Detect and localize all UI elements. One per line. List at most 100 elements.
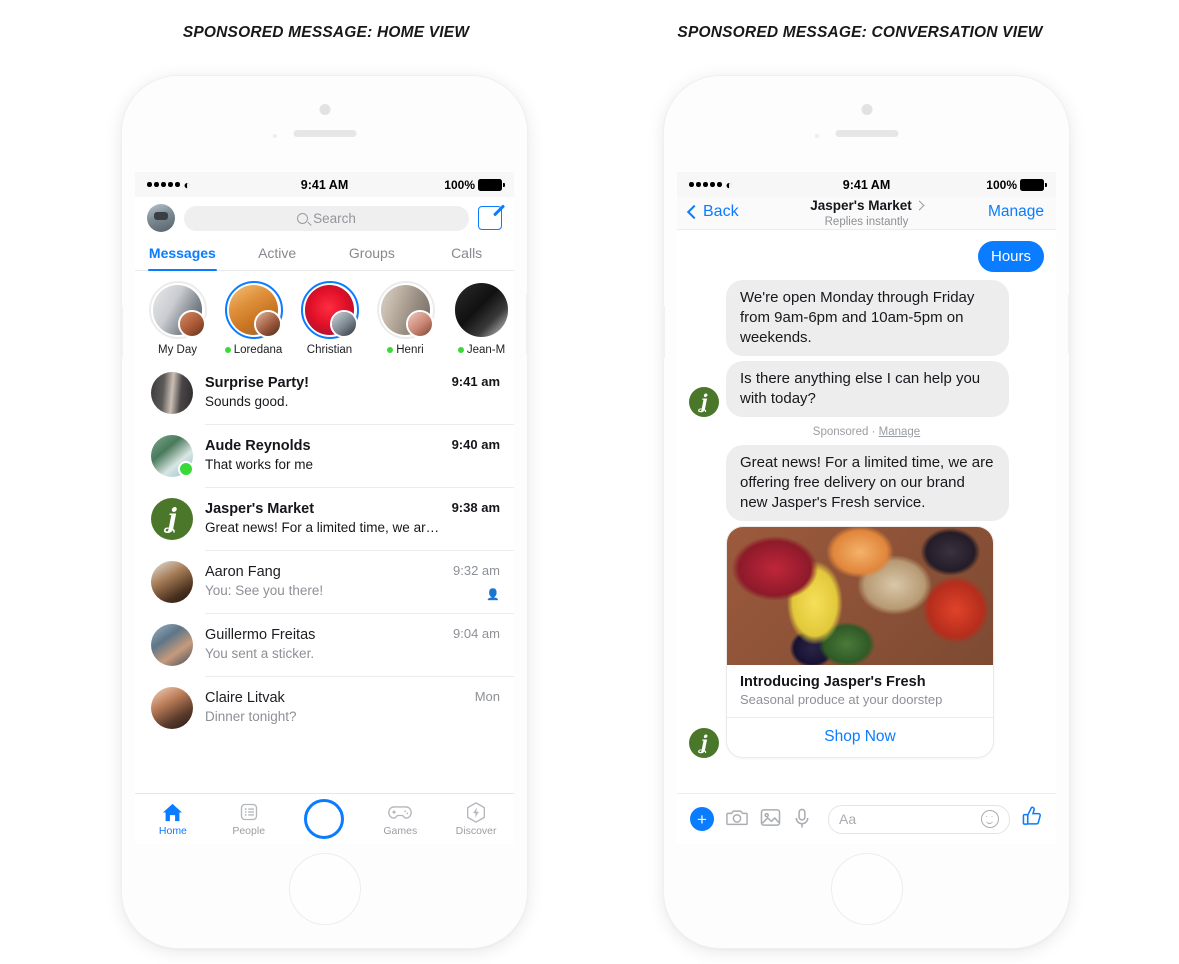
message-composer: + Aa: [677, 793, 1056, 844]
sponsored-manage-link[interactable]: Manage: [879, 426, 921, 438]
conversation-time: 9:41 am: [451, 374, 500, 389]
home-button[interactable]: [288, 853, 361, 925]
manage-button[interactable]: Manage: [988, 203, 1044, 221]
avatar: [151, 372, 193, 414]
story-item[interactable]: Jean-M: [450, 281, 513, 356]
avatar: [151, 687, 193, 729]
compose-icon[interactable]: [478, 206, 502, 230]
list-item[interactable]: Guillermo Freitas You sent a sticker. 9:…: [135, 614, 514, 676]
conversation-name: Aude Reynolds: [205, 437, 311, 454]
sponsored-card[interactable]: Introducing Jasper's Fresh Seasonal prod…: [726, 525, 994, 758]
message-thread[interactable]: Hours We're open Monday through Friday f…: [677, 197, 1056, 794]
story-label: Jean-M: [450, 344, 513, 356]
list-item[interactable]: Claire Litvak Dinner tonight? Mon: [135, 677, 514, 739]
chevron-left-icon: [686, 204, 702, 220]
add-attachment-button[interactable]: +: [690, 807, 714, 831]
search-input[interactable]: Search: [184, 205, 469, 231]
tabbar-label: Discover: [455, 825, 497, 837]
story-item[interactable]: Loredana: [222, 281, 285, 356]
back-label: Back: [703, 203, 739, 220]
tab-active[interactable]: Active: [230, 238, 325, 270]
conversation-time: 9:32 am: [453, 563, 500, 578]
list-item[interactable]: Aaron Fang You: See you there! 9:32 am 👤: [135, 551, 514, 613]
conversation-name: Jasper's Market: [205, 500, 315, 517]
shop-now-button[interactable]: Shop Now: [727, 716, 993, 757]
conversation-title-row: Jasper's Market: [810, 198, 925, 213]
story-label: My Day: [146, 344, 209, 356]
phone-mockup-home: ◐ 9:41 AM 100% Search Messages Active Gr…: [120, 76, 529, 948]
conversation-snippet: Sounds good.: [205, 394, 289, 410]
story-thumbnail: [454, 283, 509, 337]
story-mini-avatar: [329, 310, 358, 338]
tab-messages[interactable]: Messages: [135, 238, 230, 271]
stories-row[interactable]: My Day Loredana Christian Henri Jean-M: [135, 271, 514, 362]
story-name: Christian: [306, 344, 353, 356]
home-button[interactable]: [830, 853, 903, 925]
card-subtitle: Seasonal produce at your doorstep: [740, 691, 943, 707]
story-label: Christian: [298, 344, 361, 356]
tabbar-item-home[interactable]: Home: [135, 801, 211, 837]
sponsored-text: Sponsored ·: [812, 425, 879, 438]
tabbar-item-games[interactable]: Games: [362, 801, 438, 837]
story-item[interactable]: Christian: [298, 281, 361, 356]
story-item[interactable]: Henri: [374, 281, 437, 356]
tabbar-label: Games: [383, 825, 418, 837]
gamepad-icon: [362, 801, 438, 823]
earpiece-speaker: [835, 130, 898, 137]
avatar: ʝ: [151, 498, 193, 540]
list-item[interactable]: Surprise Party! Sounds good. 9:41 am: [135, 362, 514, 424]
camera-icon[interactable]: [726, 808, 748, 830]
online-dot-icon: [457, 347, 464, 353]
back-button[interactable]: Back: [686, 203, 739, 221]
message-input-placeholder: Aa: [839, 811, 857, 827]
tabbar-label: Home: [158, 825, 187, 837]
card-text-block: Introducing Jasper's Fresh Seasonal prod…: [727, 665, 993, 717]
list-item[interactable]: Aude Reynolds That works for me 9:40 am: [135, 425, 514, 487]
microphone-icon[interactable]: [794, 808, 816, 830]
tab-calls[interactable]: Calls: [419, 238, 514, 270]
online-dot-icon: [178, 461, 194, 477]
conversation-snippet: Dinner tonight?: [205, 709, 297, 725]
chevron-right-icon: [914, 200, 925, 210]
phone-mockup-conversation: ◐ 9:41 AM 100% Hours We're open Monday t…: [662, 76, 1071, 948]
avatar-spacer: [689, 491, 719, 521]
avatar-spacer: [689, 326, 719, 356]
people-list-icon: [211, 801, 287, 823]
thumbs-up-icon[interactable]: [1022, 806, 1043, 833]
story-mini-avatar: [405, 310, 434, 338]
story-mini-avatar: [177, 310, 206, 338]
tabbar-item-camera[interactable]: [287, 799, 363, 839]
tabbar-item-people[interactable]: People: [211, 801, 287, 837]
caption-home-view: SPONSORED MESSAGE: HOME VIEW: [182, 24, 470, 41]
online-dot-icon: [387, 347, 394, 353]
story-ring: [453, 281, 511, 339]
camera-circle-icon: [304, 799, 345, 839]
story-ring: [300, 281, 359, 339]
story-item[interactable]: My Day: [146, 281, 209, 356]
conversation-snippet: You: See you there!: [205, 583, 324, 599]
gallery-icon[interactable]: [760, 808, 782, 830]
battery-full-icon: [1020, 178, 1047, 191]
search-icon: [297, 212, 309, 224]
search-placeholder: Search: [313, 210, 356, 226]
message-input[interactable]: Aa: [828, 804, 1010, 834]
incoming-message-bubble: Is there anything else I can help you wi…: [726, 360, 1009, 417]
my-profile-avatar[interactable]: [147, 204, 175, 232]
conversation-time: Mon: [474, 689, 500, 704]
conversation-time: 9:04 am: [453, 626, 500, 641]
earpiece-speaker: [293, 130, 356, 137]
proximity-sensor-icon: [814, 134, 819, 138]
story-label: Henri: [374, 344, 437, 356]
online-dot-icon: [224, 347, 231, 353]
card-title: Introducing Jasper's Fresh: [740, 673, 926, 690]
conversation-time: 9:40 am: [451, 437, 500, 452]
avatar: ʝ: [689, 727, 719, 758]
story-name: Henri: [396, 344, 424, 356]
sponsored-card-row: ʝ Introducing Jasper's Fresh Seasonal pr…: [689, 525, 1044, 758]
tabbar-item-discover[interactable]: Discover: [438, 801, 514, 837]
conversation-time: 9:38 am: [451, 500, 500, 515]
list-item[interactable]: ʝ Jasper's Market Great news! For a limi…: [135, 488, 514, 550]
tab-groups[interactable]: Groups: [325, 238, 420, 270]
smiley-icon[interactable]: [981, 810, 999, 828]
home-icon: [135, 801, 211, 823]
